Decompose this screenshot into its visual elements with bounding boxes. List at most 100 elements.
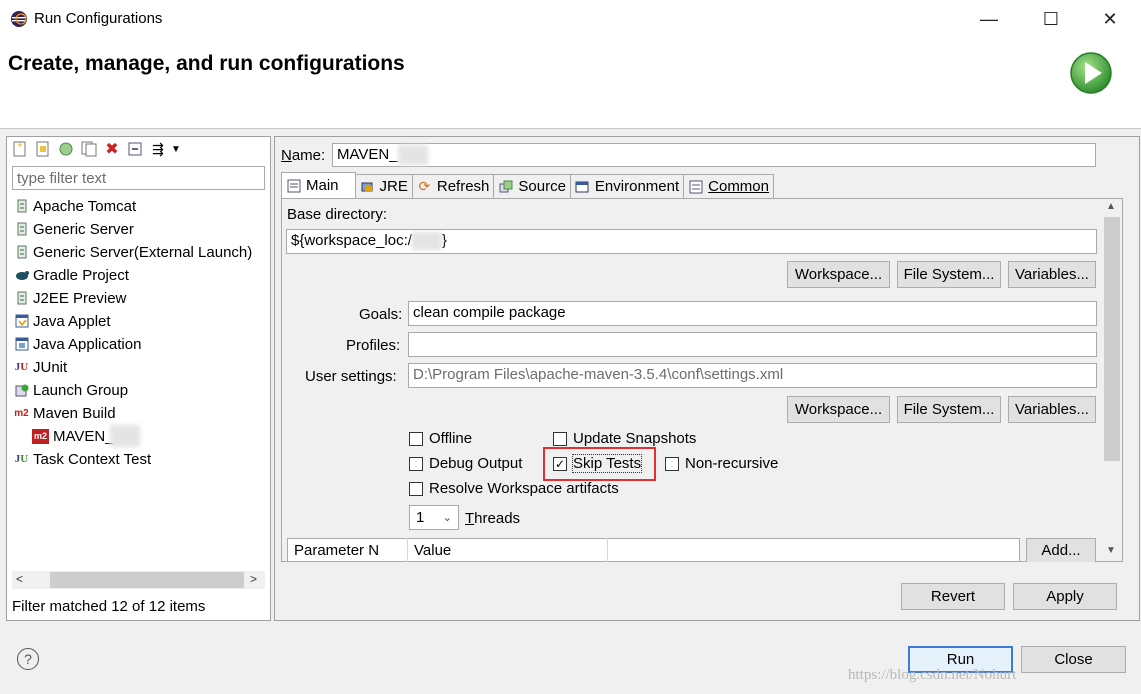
tab-jre[interactable]: JRE — [354, 174, 413, 198]
main-tab-icon — [286, 178, 301, 193]
base-directory-label: Base directory: — [287, 206, 388, 223]
tree-item-generic-server-external[interactable]: Generic Server(External Launch) — [14, 241, 252, 263]
filter-status: Filter matched 12 of 12 items — [12, 598, 206, 615]
redacted-blur — [411, 232, 442, 251]
java-app-icon — [14, 337, 29, 352]
tree-item-maven-config[interactable]: m2 MAVEN_ — [32, 425, 140, 447]
offline-checkbox[interactable]: Offline — [409, 430, 472, 447]
base-directory-field[interactable]: ${workspace_loc:/} — [286, 229, 1097, 254]
tree-item-task-context-test[interactable]: J U Task Context Test — [14, 448, 151, 470]
debug-output-checkbox[interactable]: Debug Output — [409, 455, 522, 472]
workspace-button[interactable]: Workspace... — [787, 261, 890, 288]
maven-icon: m2 — [14, 407, 29, 419]
scroll-up-icon[interactable]: ▲ — [1106, 201, 1116, 212]
window-title: Run Configurations — [34, 10, 163, 27]
tree-item-gradle-project[interactable]: Gradle Project — [14, 264, 129, 286]
watermark: https://blog.csdn.net/Nohurt — [848, 667, 1017, 683]
common-icon — [688, 179, 703, 194]
server-icon — [14, 199, 29, 214]
duplicate-icon[interactable] — [79, 139, 99, 159]
environment-icon — [575, 179, 590, 194]
scrollbar-thumb[interactable] — [50, 572, 244, 588]
name-field[interactable]: MAVEN_ — [332, 143, 1096, 167]
launch-group-icon — [14, 383, 29, 398]
column-header-value[interactable]: Value — [408, 538, 608, 562]
server-icon — [14, 291, 29, 306]
goals-label: Goals: — [359, 306, 403, 323]
settings-file-system-button[interactable]: File System... — [897, 396, 1001, 423]
tree-item-j2ee-preview[interactable]: J2EE Preview — [14, 287, 126, 309]
help-icon[interactable]: ? — [17, 648, 39, 670]
add-parameter-button[interactable]: Add... — [1026, 538, 1096, 562]
file-system-button[interactable]: File System... — [897, 261, 1001, 288]
user-settings-field[interactable]: D:\Program Files\apache-maven-3.5.4\conf… — [408, 363, 1097, 388]
scroll-down-icon[interactable]: ▼ — [1106, 545, 1116, 556]
maximize-button[interactable]: ☐ — [1028, 4, 1074, 34]
tab-main[interactable]: Main — [281, 172, 356, 198]
delete-icon[interactable]: ✖ — [102, 139, 122, 159]
jre-icon — [360, 179, 375, 194]
tab-refresh[interactable]: ⟳ Refresh — [411, 174, 495, 198]
chevron-down-icon[interactable]: ▼ — [171, 139, 181, 159]
apply-button[interactable]: Apply — [1013, 583, 1117, 610]
checkbox-box[interactable] — [409, 431, 423, 446]
tree-item-junit[interactable]: J U JUnit — [14, 356, 67, 378]
checkbox-box[interactable] — [553, 431, 567, 446]
filter-input[interactable] — [12, 166, 265, 190]
resolve-workspace-checkbox[interactable]: Resolve Workspace artifacts — [409, 480, 619, 497]
highlight-annotation — [543, 447, 656, 481]
collapse-all-icon[interactable] — [125, 139, 145, 159]
applet-icon — [14, 314, 29, 329]
user-settings-label: User settings: — [305, 368, 397, 385]
maven-icon: m2 — [32, 428, 49, 444]
server-icon — [14, 245, 29, 260]
update-snapshots-checkbox[interactable]: Update Snapshots — [553, 430, 696, 447]
profiles-label: Profiles: — [346, 337, 401, 354]
variables-button[interactable]: Variables... — [1008, 261, 1096, 288]
tab-environment[interactable]: Environment — [569, 174, 685, 198]
tree-item-java-application[interactable]: Java Application — [14, 333, 141, 355]
scroll-left-icon[interactable]: < — [16, 572, 23, 586]
tree-item-apache-tomcat[interactable]: Apache Tomcat — [14, 195, 136, 217]
tree-item-launch-group[interactable]: Launch Group — [14, 379, 128, 401]
profiles-field[interactable] — [408, 332, 1097, 357]
source-icon — [498, 179, 513, 194]
export-icon[interactable] — [56, 139, 76, 159]
gradle-icon — [14, 268, 29, 283]
close-button[interactable]: Close — [1021, 646, 1126, 673]
column-header-parameter[interactable]: Parameter N — [288, 538, 408, 562]
page-title: Create, manage, and run configurations — [8, 52, 405, 75]
tab-source[interactable]: Source — [493, 174, 571, 198]
eclipse-app-icon — [10, 10, 28, 28]
tree-item-maven-build[interactable]: m2 Maven Build — [14, 402, 115, 424]
tree-item-generic-server[interactable]: Generic Server — [14, 218, 134, 240]
server-icon — [14, 222, 29, 237]
new-prototype-icon[interactable] — [33, 139, 53, 159]
tab-bar: Main JRE ⟳ Refresh Source Environment Com… — [281, 172, 774, 198]
threads-select[interactable]: 1 ⌄ — [409, 505, 459, 530]
new-config-icon[interactable]: + — [10, 139, 30, 159]
threads-label: Threads — [465, 510, 521, 527]
settings-variables-button[interactable]: Variables... — [1008, 396, 1096, 423]
svg-text:+: + — [17, 141, 22, 150]
run-logo-icon — [1068, 50, 1114, 96]
close-window-button[interactable]: ✕ — [1087, 4, 1133, 34]
tree-toolbar: + ✖ ⇶ ▼ — [10, 139, 181, 159]
scroll-right-icon[interactable]: > — [250, 572, 257, 586]
checkbox-box[interactable] — [409, 481, 423, 496]
settings-workspace-button[interactable]: Workspace... — [787, 396, 890, 423]
checkbox-box[interactable] — [409, 456, 423, 471]
non-recursive-checkbox[interactable]: Non-recursive — [665, 455, 778, 472]
redacted-blur — [397, 145, 428, 165]
scrollbar-thumb[interactable] — [1104, 217, 1120, 461]
chevron-down-icon: ⌄ — [442, 512, 452, 524]
refresh-icon: ⟳ — [418, 178, 431, 194]
revert-button[interactable]: Revert — [901, 583, 1005, 610]
minimize-button[interactable]: — — [966, 4, 1012, 34]
filter-icon[interactable]: ⇶ — [148, 139, 168, 159]
junit-icon: JU — [14, 361, 29, 373]
goals-field[interactable]: clean compile package — [408, 301, 1097, 326]
tab-common[interactable]: Common — [683, 174, 774, 198]
checkbox-box[interactable] — [665, 456, 679, 471]
tree-item-java-applet[interactable]: Java Applet — [14, 310, 111, 332]
